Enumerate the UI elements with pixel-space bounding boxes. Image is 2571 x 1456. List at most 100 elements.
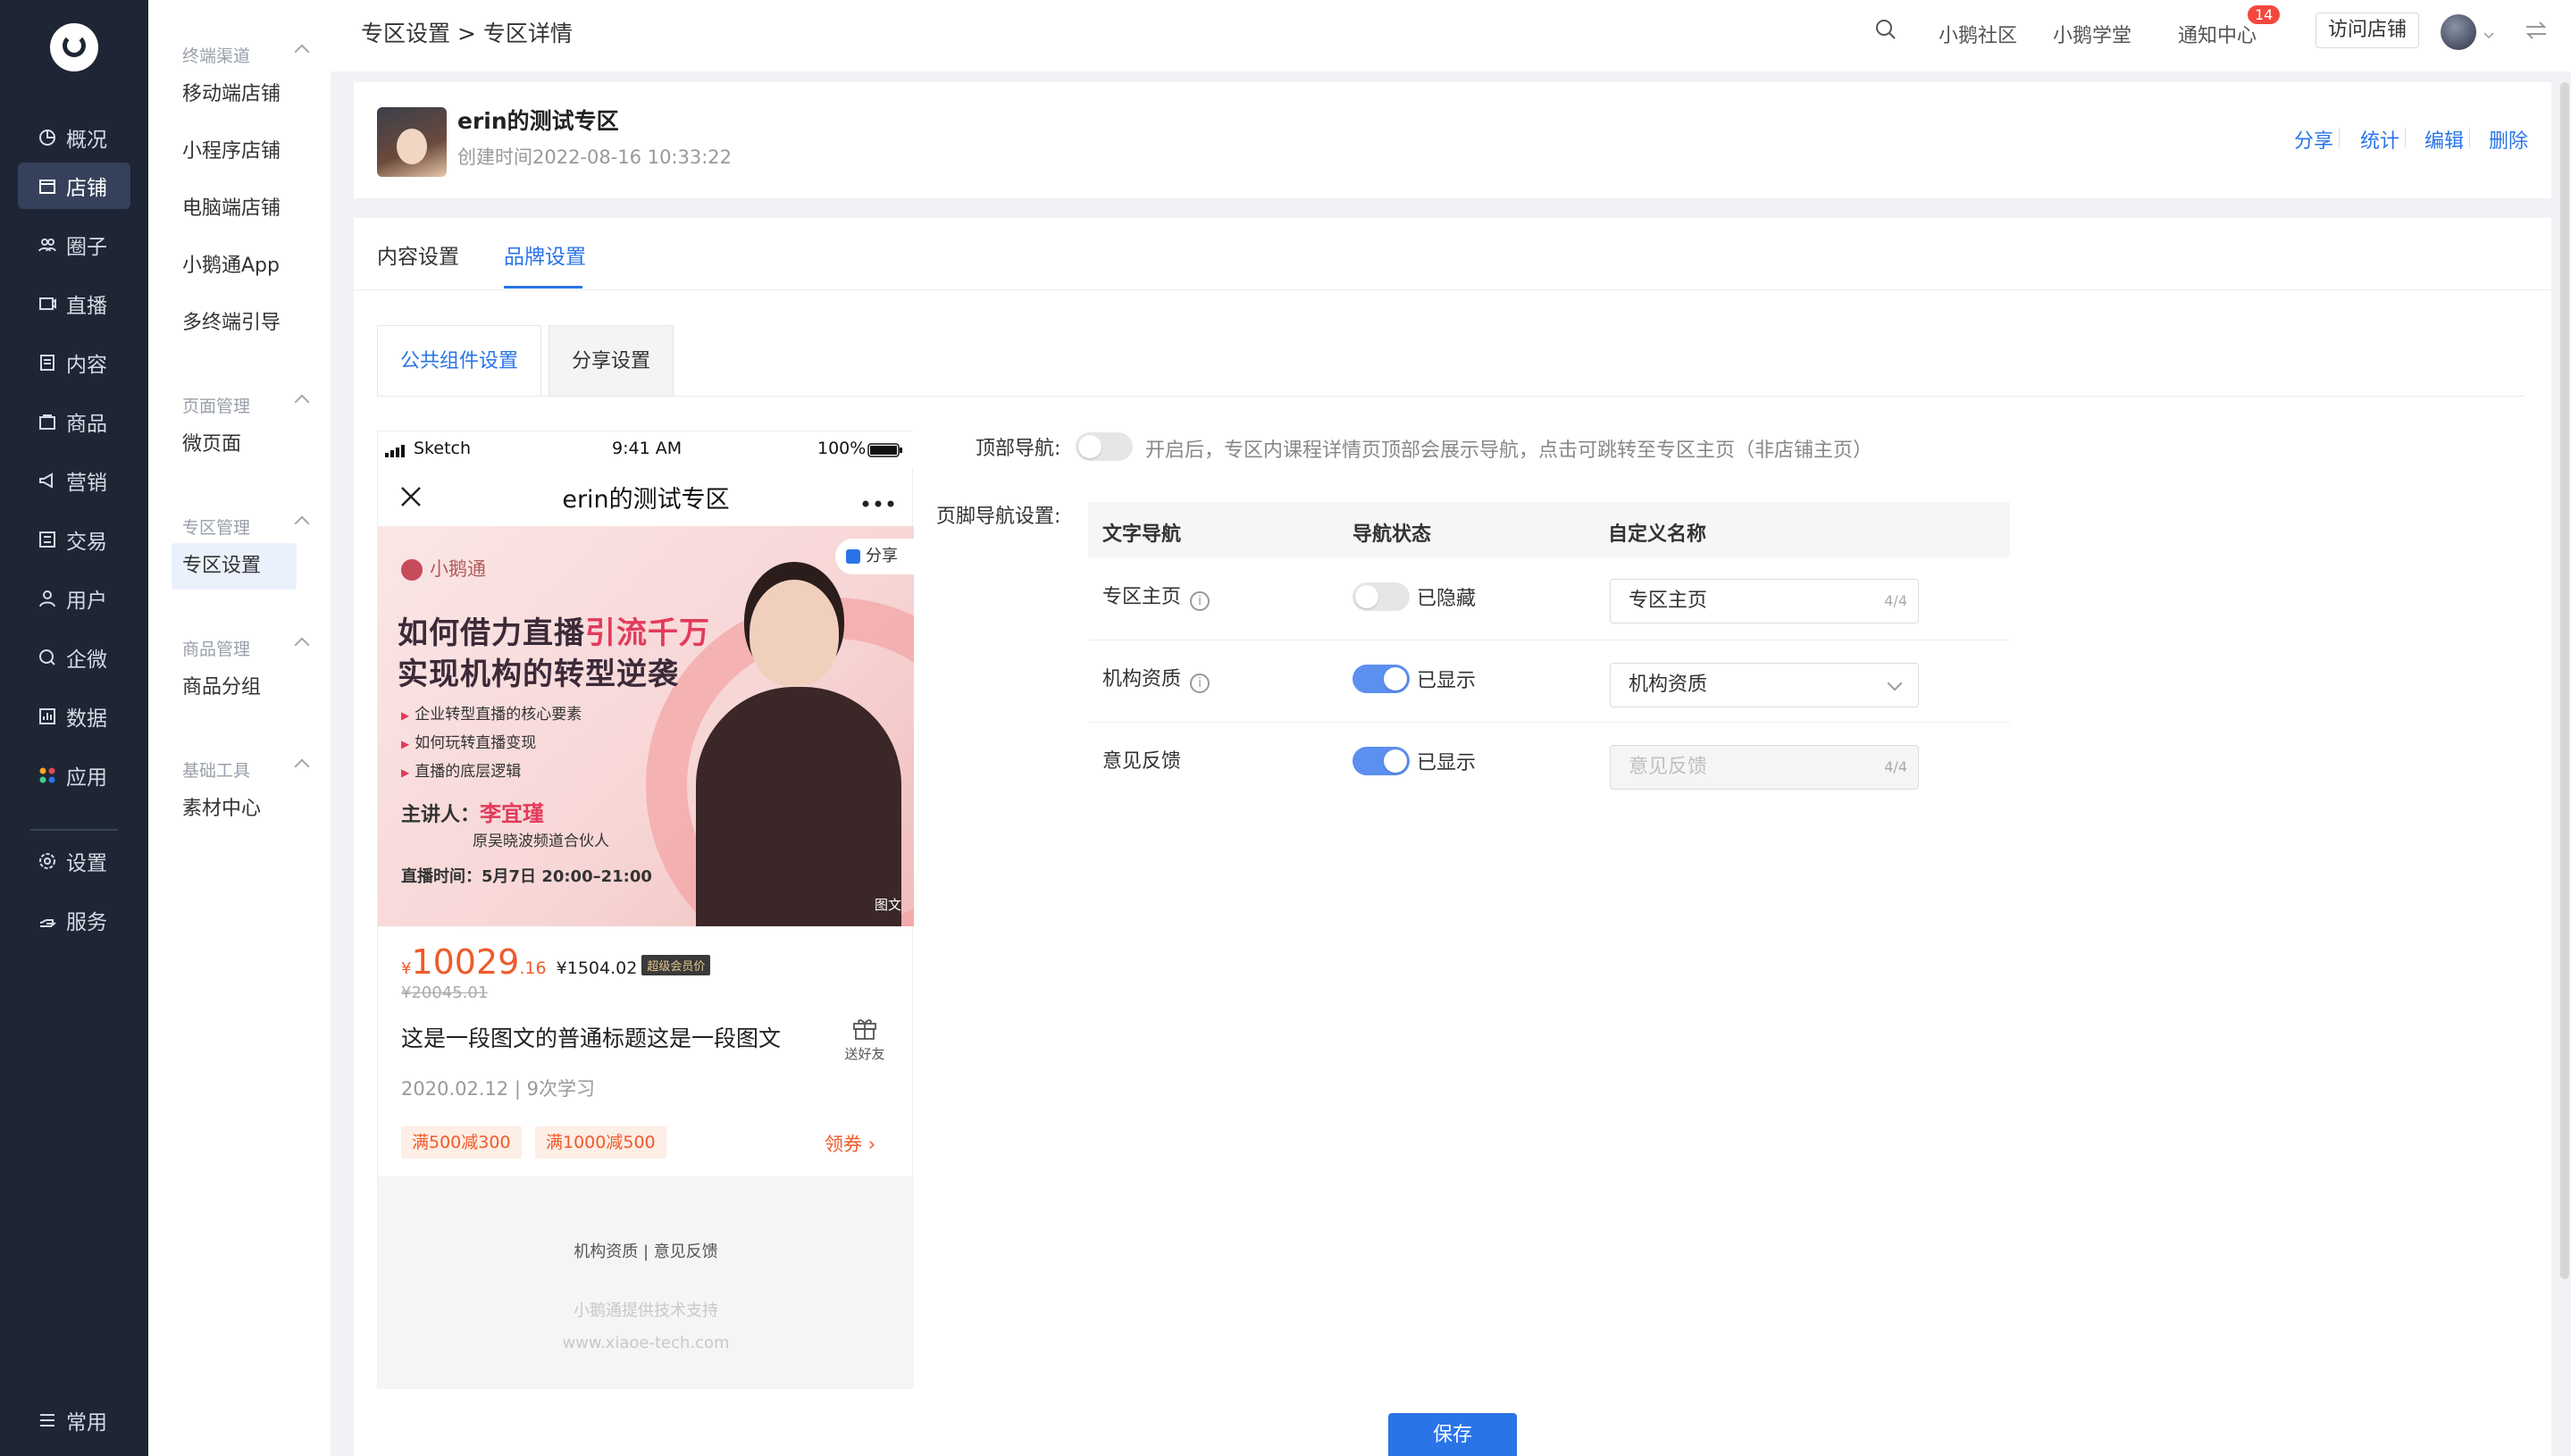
menu-group-title[interactable]: 基础工具 <box>182 757 310 782</box>
document-icon <box>38 353 57 372</box>
menu-group-title[interactable]: 终端渠道 <box>182 43 310 67</box>
save-button[interactable]: 保存 <box>1388 1413 1517 1456</box>
nav-status-text: 已显示 <box>1417 670 1477 692</box>
phone-status-bar: Sketch 9:41 AM 100% <box>378 431 914 467</box>
sidebar-item-label: 企微 <box>66 649 107 672</box>
menu-group-title[interactable]: 专区管理 <box>182 515 310 539</box>
user-icon <box>38 589 57 608</box>
chevron-down-icon <box>1887 675 1903 691</box>
sidebar-item-transaction[interactable]: 交易 <box>18 516 130 563</box>
menu-group-title[interactable]: 商品管理 <box>182 636 310 660</box>
sidebar-item-label: 常用 <box>66 1411 107 1435</box>
sidebar-item-live[interactable]: 直播 <box>18 280 130 327</box>
banner-headline-1: 如何借力直播引流千万 <box>398 615 710 651</box>
banner-bullet: 如何玩转直播变现 <box>401 730 536 752</box>
sidebar-item-label: 直播 <box>66 295 107 318</box>
subtab-share-settings[interactable]: 分享设置 <box>549 325 674 397</box>
sidebar-item-label: 数据 <box>66 707 107 731</box>
custom-name-select[interactable]: 机构资质 <box>1610 663 1919 707</box>
original-price: ¥20045.01 <box>401 983 489 1002</box>
price-row: ¥10029.16 ¥1504.02 超级会员价 <box>401 942 711 982</box>
row-divider <box>1088 722 2010 723</box>
menu-item[interactable]: 移动端店铺 <box>182 71 281 118</box>
chevron-up-icon <box>294 44 310 60</box>
academy-link[interactable]: 小鹅学堂 <box>2053 20 2131 48</box>
sidebar-item-pie-chart[interactable]: 概况 <box>18 114 130 161</box>
image-type-tag: 图文 <box>874 897 901 913</box>
info-icon: i <box>1190 591 1210 611</box>
banner-bullet: 企业转型直播的核心要素 <box>401 701 582 724</box>
nav-status-switch[interactable] <box>1352 582 1410 611</box>
menu-item[interactable]: 小程序店铺 <box>182 129 281 175</box>
app-logo[interactable] <box>50 23 98 71</box>
sidebar-item-store[interactable]: 店铺 <box>18 163 130 209</box>
sidebar-item-data[interactable]: 数据 <box>18 693 130 740</box>
sidebar-item-document[interactable]: 内容 <box>18 339 130 386</box>
chevron-down-icon[interactable] <box>2483 27 2494 44</box>
zone-title: erin的测试专区 <box>457 108 619 134</box>
banner-brand: 小鹅通 <box>401 555 486 582</box>
breadcrumb: 专区设置 > 专区详情 <box>361 21 573 46</box>
nav-status-text: 已隐藏 <box>1417 588 1477 610</box>
sidebar-item-wecom[interactable]: 企微 <box>18 634 130 681</box>
column-header: 自定义名称 <box>1608 523 1707 546</box>
switch-icon[interactable] <box>2525 20 2548 45</box>
menu-group-title[interactable]: 页面管理 <box>182 393 310 417</box>
notification-center-link[interactable]: 通知中心 <box>2178 20 2257 48</box>
custom-name-input[interactable]: 专区主页 4/4 <box>1610 579 1919 623</box>
sidebar-item-product[interactable]: 商品 <box>18 398 130 445</box>
megaphone-icon <box>38 471 57 490</box>
menu-item[interactable]: 小鹅通App <box>182 243 280 289</box>
community-link[interactable]: 小鹅社区 <box>1939 20 2017 48</box>
banner-bullet: 直播的底层逻辑 <box>401 758 521 781</box>
search-icon[interactable] <box>1874 18 1897 45</box>
nav-status-switch[interactable] <box>1352 747 1410 775</box>
user-avatar[interactable] <box>2441 14 2476 50</box>
tab-brand-settings[interactable]: 品牌设置 <box>504 239 586 270</box>
gift-to-friend: 送好友 <box>842 1016 887 1063</box>
zone-header-card: erin的测试专区 创建时间2022-08-16 10:33:22 分享 统计 … <box>354 82 2551 198</box>
menu-item[interactable]: 专区设置 <box>172 543 297 590</box>
visit-store-button[interactable]: 访问店铺 <box>2316 13 2419 48</box>
subtab-common-components[interactable]: 公共组件设置 <box>377 325 541 397</box>
sidebar-item-user[interactable]: 用户 <box>18 575 130 622</box>
top-nav-switch[interactable] <box>1076 432 1133 461</box>
phone-footer: 机构资质 | 意见反馈 小鹅通提供技术支持 www.xiaoe-tech.com <box>378 1176 914 1389</box>
signal-icon <box>385 442 410 462</box>
sidebar-item-label: 应用 <box>66 766 107 790</box>
sidebar-item-group[interactable]: 圈子 <box>18 222 130 268</box>
footer-nav-label: 页脚导航设置: <box>936 506 1061 528</box>
coupon-tag: 满500减300 <box>401 1126 522 1159</box>
phone-preview: Sketch 9:41 AM 100% erin的测试专区 分享 小鹅通 如何借… <box>377 431 914 1389</box>
footer-url: www.xiaoe-tech.com <box>562 1334 730 1352</box>
speaker-photo <box>696 553 901 926</box>
edit-action[interactable]: 编辑 <box>2424 125 2464 154</box>
active-tab-indicator <box>504 286 582 289</box>
sidebar-item-label: 概况 <box>66 129 107 152</box>
secondary-menu: 终端渠道移动端店铺小程序店铺电脑端店铺小鹅通App 多终端引导页面管理微页面专区管… <box>148 0 331 1456</box>
statistics-action[interactable]: 统计 <box>2360 125 2399 154</box>
menu-item[interactable]: 电脑端店铺 <box>182 186 281 232</box>
sidebar-divider <box>30 829 118 831</box>
course-meta: 2020.02.12 | 9次学习 <box>401 1078 596 1100</box>
nav-status-switch[interactable] <box>1352 665 1410 693</box>
tab-content-settings[interactable]: 内容设置 <box>377 239 459 270</box>
sidebar-item-common[interactable]: 常用 <box>18 1397 130 1443</box>
share-pill: 分享 <box>835 539 914 574</box>
live-icon <box>38 294 57 314</box>
menu-item[interactable]: 微页面 <box>182 422 241 468</box>
menu-item[interactable]: 多终端引导 <box>182 300 281 347</box>
menu-item[interactable]: 素材中心 <box>182 786 261 833</box>
course-title: 这是一段图文的普通标题这是一段图文 <box>401 1025 782 1051</box>
top-bar: 专区设置 > 专区详情 小鹅社区 小鹅学堂 通知中心 14 访问店铺 <box>331 0 2571 71</box>
sidebar-item-gear[interactable]: 设置 <box>18 838 130 884</box>
sidebar-item-megaphone[interactable]: 营销 <box>18 457 130 504</box>
sidebar-item-service[interactable]: 服务 <box>18 897 130 943</box>
chevron-up-icon <box>294 758 310 774</box>
delete-action[interactable]: 删除 <box>2489 125 2528 154</box>
page-scrollbar[interactable] <box>2560 82 2569 1279</box>
share-action[interactable]: 分享 <box>2294 125 2333 154</box>
sidebar-item-label: 店铺 <box>66 177 107 200</box>
menu-item[interactable]: 商品分组 <box>182 665 261 711</box>
sidebar-item-apps[interactable]: 应用 <box>18 752 130 799</box>
